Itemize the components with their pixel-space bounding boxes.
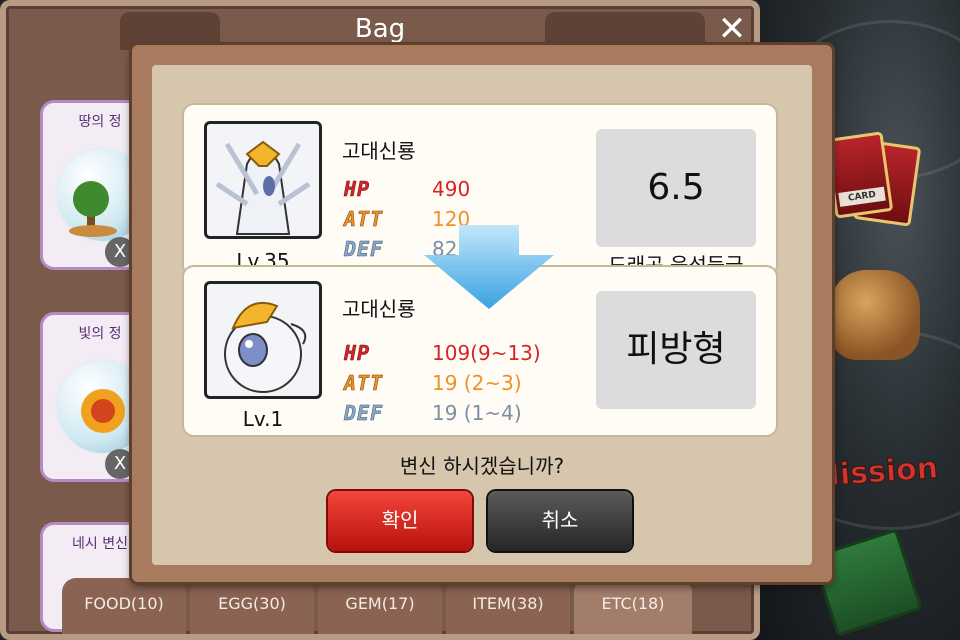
remove-badge[interactable]: X <box>105 449 135 479</box>
tab-egg[interactable]: EGG(30) <box>190 578 314 634</box>
close-button[interactable]: ✕ <box>714 12 750 48</box>
dialog-body: Lv.35 고대신룡 HP 490 ATT 120 DEF 82 6.5 드래곤… <box>152 65 812 565</box>
type-value: 피방형 <box>596 291 756 409</box>
down-arrow-icon <box>424 225 554 309</box>
dragon-name: 고대신룡 <box>342 297 416 321</box>
att-label: ATT <box>344 207 384 232</box>
tab-item[interactable]: ITEM(38) <box>446 578 570 634</box>
def-label: DEF <box>344 237 384 262</box>
hp-label: HP <box>344 177 371 202</box>
confirm-button[interactable]: 확인 <box>328 491 472 551</box>
dragon-portrait <box>204 121 322 239</box>
remove-badge[interactable]: X <box>105 237 135 267</box>
hp-value: 490 <box>432 177 471 201</box>
dragon-level: Lv.1 <box>242 407 284 431</box>
card-icon: CARD <box>824 131 894 219</box>
mission-menu-button[interactable]: Mission <box>808 415 960 505</box>
bag-tab-bar: FOOD(10) EGG(30) GEM(17) ITEM(38) ETC(18… <box>62 578 702 634</box>
def-label: DEF <box>344 401 384 426</box>
hp-label: HP <box>344 341 371 366</box>
hp-value: 109(9~13) <box>432 341 541 365</box>
tab-food[interactable]: FOOD(10) <box>62 578 186 634</box>
def-value: 19 (1~4) <box>432 401 522 425</box>
confirm-question: 변신 하시겠습니까? <box>399 454 565 478</box>
dragon-name: 고대신룡 <box>342 139 416 163</box>
card-menu-button[interactable]: CARD <box>824 131 922 235</box>
att-label: ATT <box>344 371 384 396</box>
tab-gem[interactable]: GEM(17) <box>318 578 442 634</box>
bag-title: Bag <box>354 14 406 44</box>
grade-value: 6.5 <box>596 129 756 247</box>
att-value: 19 (2~3) <box>432 371 522 395</box>
tab-etc[interactable]: ETC(18) <box>574 578 692 634</box>
bag-menu-button[interactable] <box>830 270 920 360</box>
cancel-button[interactable]: 취소 <box>488 491 632 551</box>
transform-dialog: Lv.35 고대신룡 HP 490 ATT 120 DEF 82 6.5 드래곤… <box>132 45 832 582</box>
card-label: CARD <box>838 186 886 207</box>
dragon-portrait <box>204 281 322 399</box>
